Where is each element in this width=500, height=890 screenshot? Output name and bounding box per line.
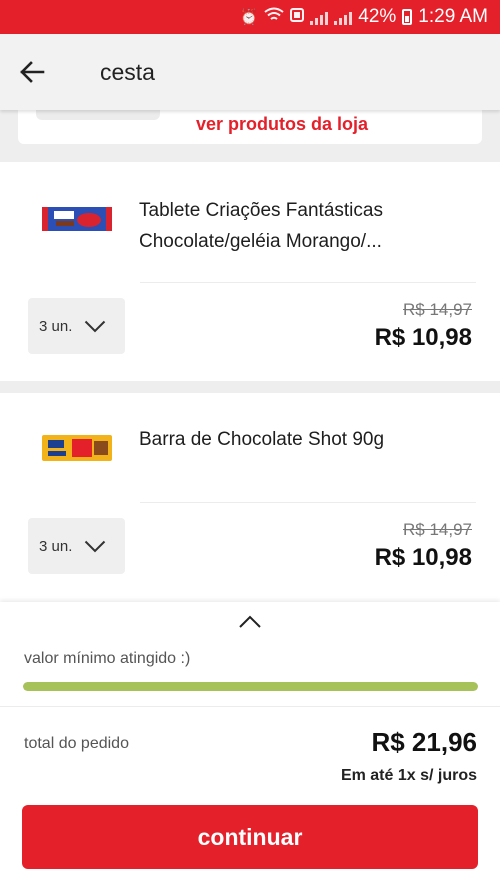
alarm-icon: ⏰ (239, 9, 259, 26)
arrow-left-icon (20, 61, 45, 83)
view-store-products-link[interactable]: ver produtos da loja (196, 114, 368, 135)
divider (0, 706, 500, 707)
quantity-select[interactable]: 3 un. (28, 298, 125, 354)
expand-summary-button[interactable] (233, 610, 267, 634)
cart-list[interactable]: ver produtos da loja Tablete Criações Fa… (0, 110, 500, 602)
progress-fill (23, 682, 478, 691)
installments-info: Em até 1x s/ juros (340, 767, 477, 784)
product-thumbnail[interactable] (42, 431, 112, 465)
original-price: R$ 14,97 (403, 300, 472, 319)
sale-price: R$ 10,98 (374, 324, 472, 351)
back-button[interactable] (0, 34, 64, 110)
store-card: ver produtos da loja (18, 110, 482, 144)
signal-icon (310, 9, 353, 25)
order-summary: valor mínimo atingido :) total do pedido… (0, 602, 500, 890)
product-thumbnail[interactable] (42, 202, 112, 236)
battery-percent: 42% (358, 6, 397, 27)
quantity-value: 3 un. (39, 537, 73, 555)
continue-button[interactable]: continuar (22, 805, 478, 869)
battery-icon (402, 9, 413, 25)
minimum-value-message: valor mínimo atingido :) (24, 650, 191, 667)
cast-icon (290, 8, 305, 26)
clock: 1:29 AM (418, 6, 488, 27)
store-logo (36, 110, 160, 120)
product-name[interactable]: Tablete Criações Fantásticas Chocolate/g… (139, 195, 474, 257)
chevron-down-icon (85, 540, 106, 552)
page-title: cesta (100, 58, 155, 85)
original-price: R$ 14,97 (403, 520, 472, 539)
store-card-section: ver produtos da loja (0, 110, 500, 162)
cart-item: Barra de Chocolate Shot 90g 3 un. R$ 14,… (0, 393, 500, 602)
divider (140, 502, 476, 503)
quantity-value: 3 un. (39, 317, 73, 335)
app-bar: cesta (0, 34, 500, 110)
quantity-select[interactable]: 3 un. (28, 518, 125, 574)
divider (140, 282, 476, 283)
order-total-label: total do pedido (24, 735, 129, 752)
chevron-up-icon (239, 615, 261, 628)
status-bar: ⏰ 42% 1:29 AM (0, 0, 500, 34)
order-total-value: R$ 21,96 (371, 727, 477, 757)
sale-price: R$ 10,98 (374, 544, 472, 571)
cart-item: Tablete Criações Fantásticas Chocolate/g… (0, 162, 500, 381)
product-name[interactable]: Barra de Chocolate Shot 90g (139, 424, 474, 455)
minimum-value-progress (23, 682, 478, 691)
wifi-icon (264, 7, 284, 27)
chevron-down-icon (85, 320, 106, 332)
